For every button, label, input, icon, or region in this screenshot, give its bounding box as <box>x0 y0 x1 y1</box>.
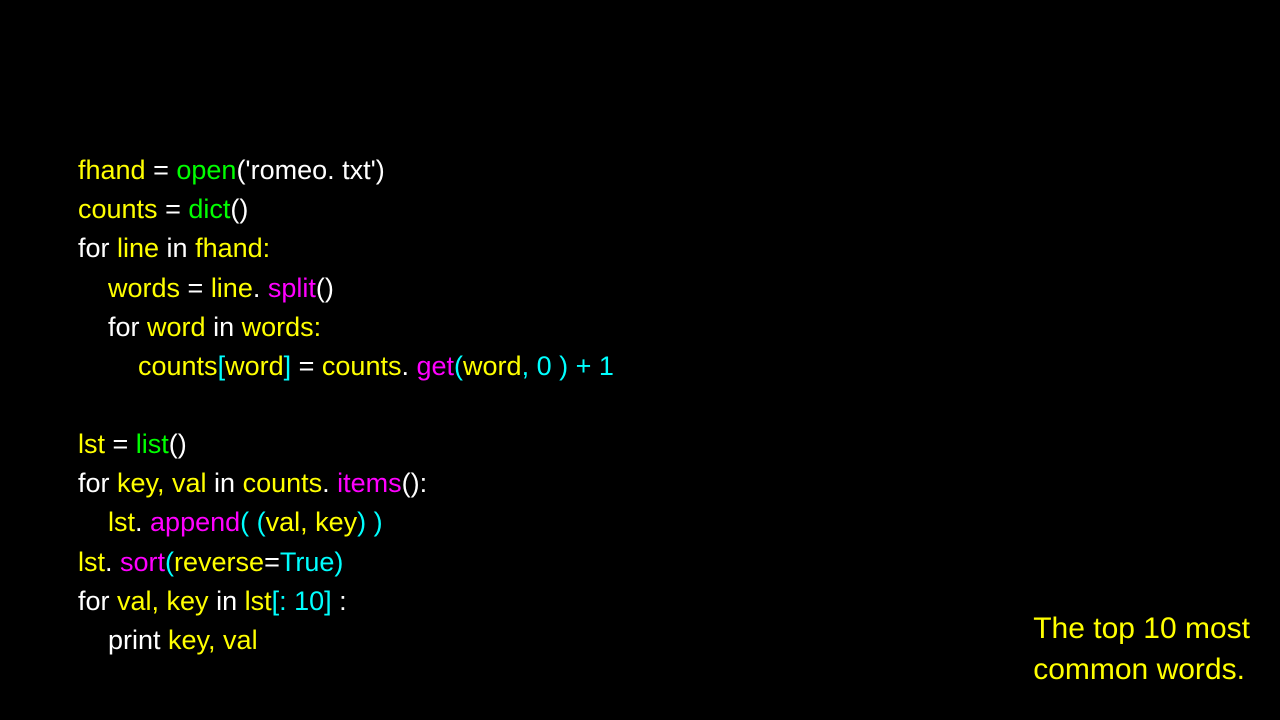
code-token: = <box>180 273 211 303</box>
code-block: fhand = open('romeo. txt') counts = dict… <box>78 112 614 660</box>
code-token: = <box>158 194 189 224</box>
code-token: counts <box>78 351 218 381</box>
code-token: line <box>117 233 159 263</box>
code-token: . <box>105 547 120 577</box>
code-token: print <box>78 625 168 655</box>
code-token: word <box>225 351 284 381</box>
code-token: . <box>253 273 268 303</box>
code-token: . <box>135 507 150 537</box>
code-token: = <box>264 547 280 577</box>
code-token: . <box>401 351 416 381</box>
code-token: for <box>78 468 117 498</box>
code-token: () <box>316 273 334 303</box>
code-token: line <box>211 273 253 303</box>
code-token: key, val <box>117 468 207 498</box>
code-token: ) ) <box>357 507 382 537</box>
code-token: split <box>268 273 316 303</box>
code-token: in <box>207 468 243 498</box>
code-token: = <box>146 155 177 185</box>
code-token: : <box>332 586 347 616</box>
code-token: () <box>230 194 248 224</box>
code-token: , 0 ) + 1 <box>522 351 614 381</box>
code-token: [: 10] <box>272 586 332 616</box>
code-token: fhand <box>78 155 146 185</box>
code-token: = <box>291 351 322 381</box>
code-token: get <box>416 351 454 381</box>
code-token: = <box>105 429 136 459</box>
code-token: open <box>176 155 236 185</box>
code-token: for <box>78 233 117 263</box>
code-token: list <box>136 429 169 459</box>
code-token: lst <box>78 547 105 577</box>
code-token: counts <box>243 468 323 498</box>
code-token: lst <box>245 586 272 616</box>
code-token: (): <box>402 468 427 498</box>
code-token: items <box>337 468 402 498</box>
code-token: . <box>322 468 337 498</box>
slide-caption: The top 10 most common words. <box>1033 609 1250 690</box>
code-token: key, val <box>168 625 258 655</box>
code-token: word <box>147 312 206 342</box>
code-token: dict <box>188 194 230 224</box>
code-token: () <box>169 429 187 459</box>
code-token: ( <box>165 547 174 577</box>
code-token: ) <box>334 547 343 577</box>
code-token: counts <box>322 351 402 381</box>
code-token: counts <box>78 194 158 224</box>
code-token: reverse <box>174 547 264 577</box>
code-token: val, key <box>117 586 209 616</box>
code-token: words: <box>242 312 322 342</box>
caption-line: common words. <box>1033 650 1250 691</box>
code-token: val, key <box>266 507 358 537</box>
code-token: ] <box>284 351 292 381</box>
code-token: in <box>159 233 195 263</box>
code-token: ( <box>454 351 463 381</box>
caption-line: The top 10 most <box>1033 609 1250 650</box>
code-token: lst <box>78 507 135 537</box>
code-token: lst <box>78 429 105 459</box>
code-token: for <box>78 586 117 616</box>
code-token: [ <box>218 351 226 381</box>
code-token: in <box>209 586 245 616</box>
code-token: sort <box>120 547 165 577</box>
code-token: word <box>463 351 522 381</box>
code-token: in <box>206 312 242 342</box>
code-token: for <box>78 312 147 342</box>
code-token: words <box>78 273 180 303</box>
code-token: ( ( <box>240 507 265 537</box>
code-token: True <box>280 547 335 577</box>
code-token: fhand: <box>195 233 270 263</box>
code-token: ('romeo. txt') <box>236 155 384 185</box>
code-token: append <box>150 507 240 537</box>
